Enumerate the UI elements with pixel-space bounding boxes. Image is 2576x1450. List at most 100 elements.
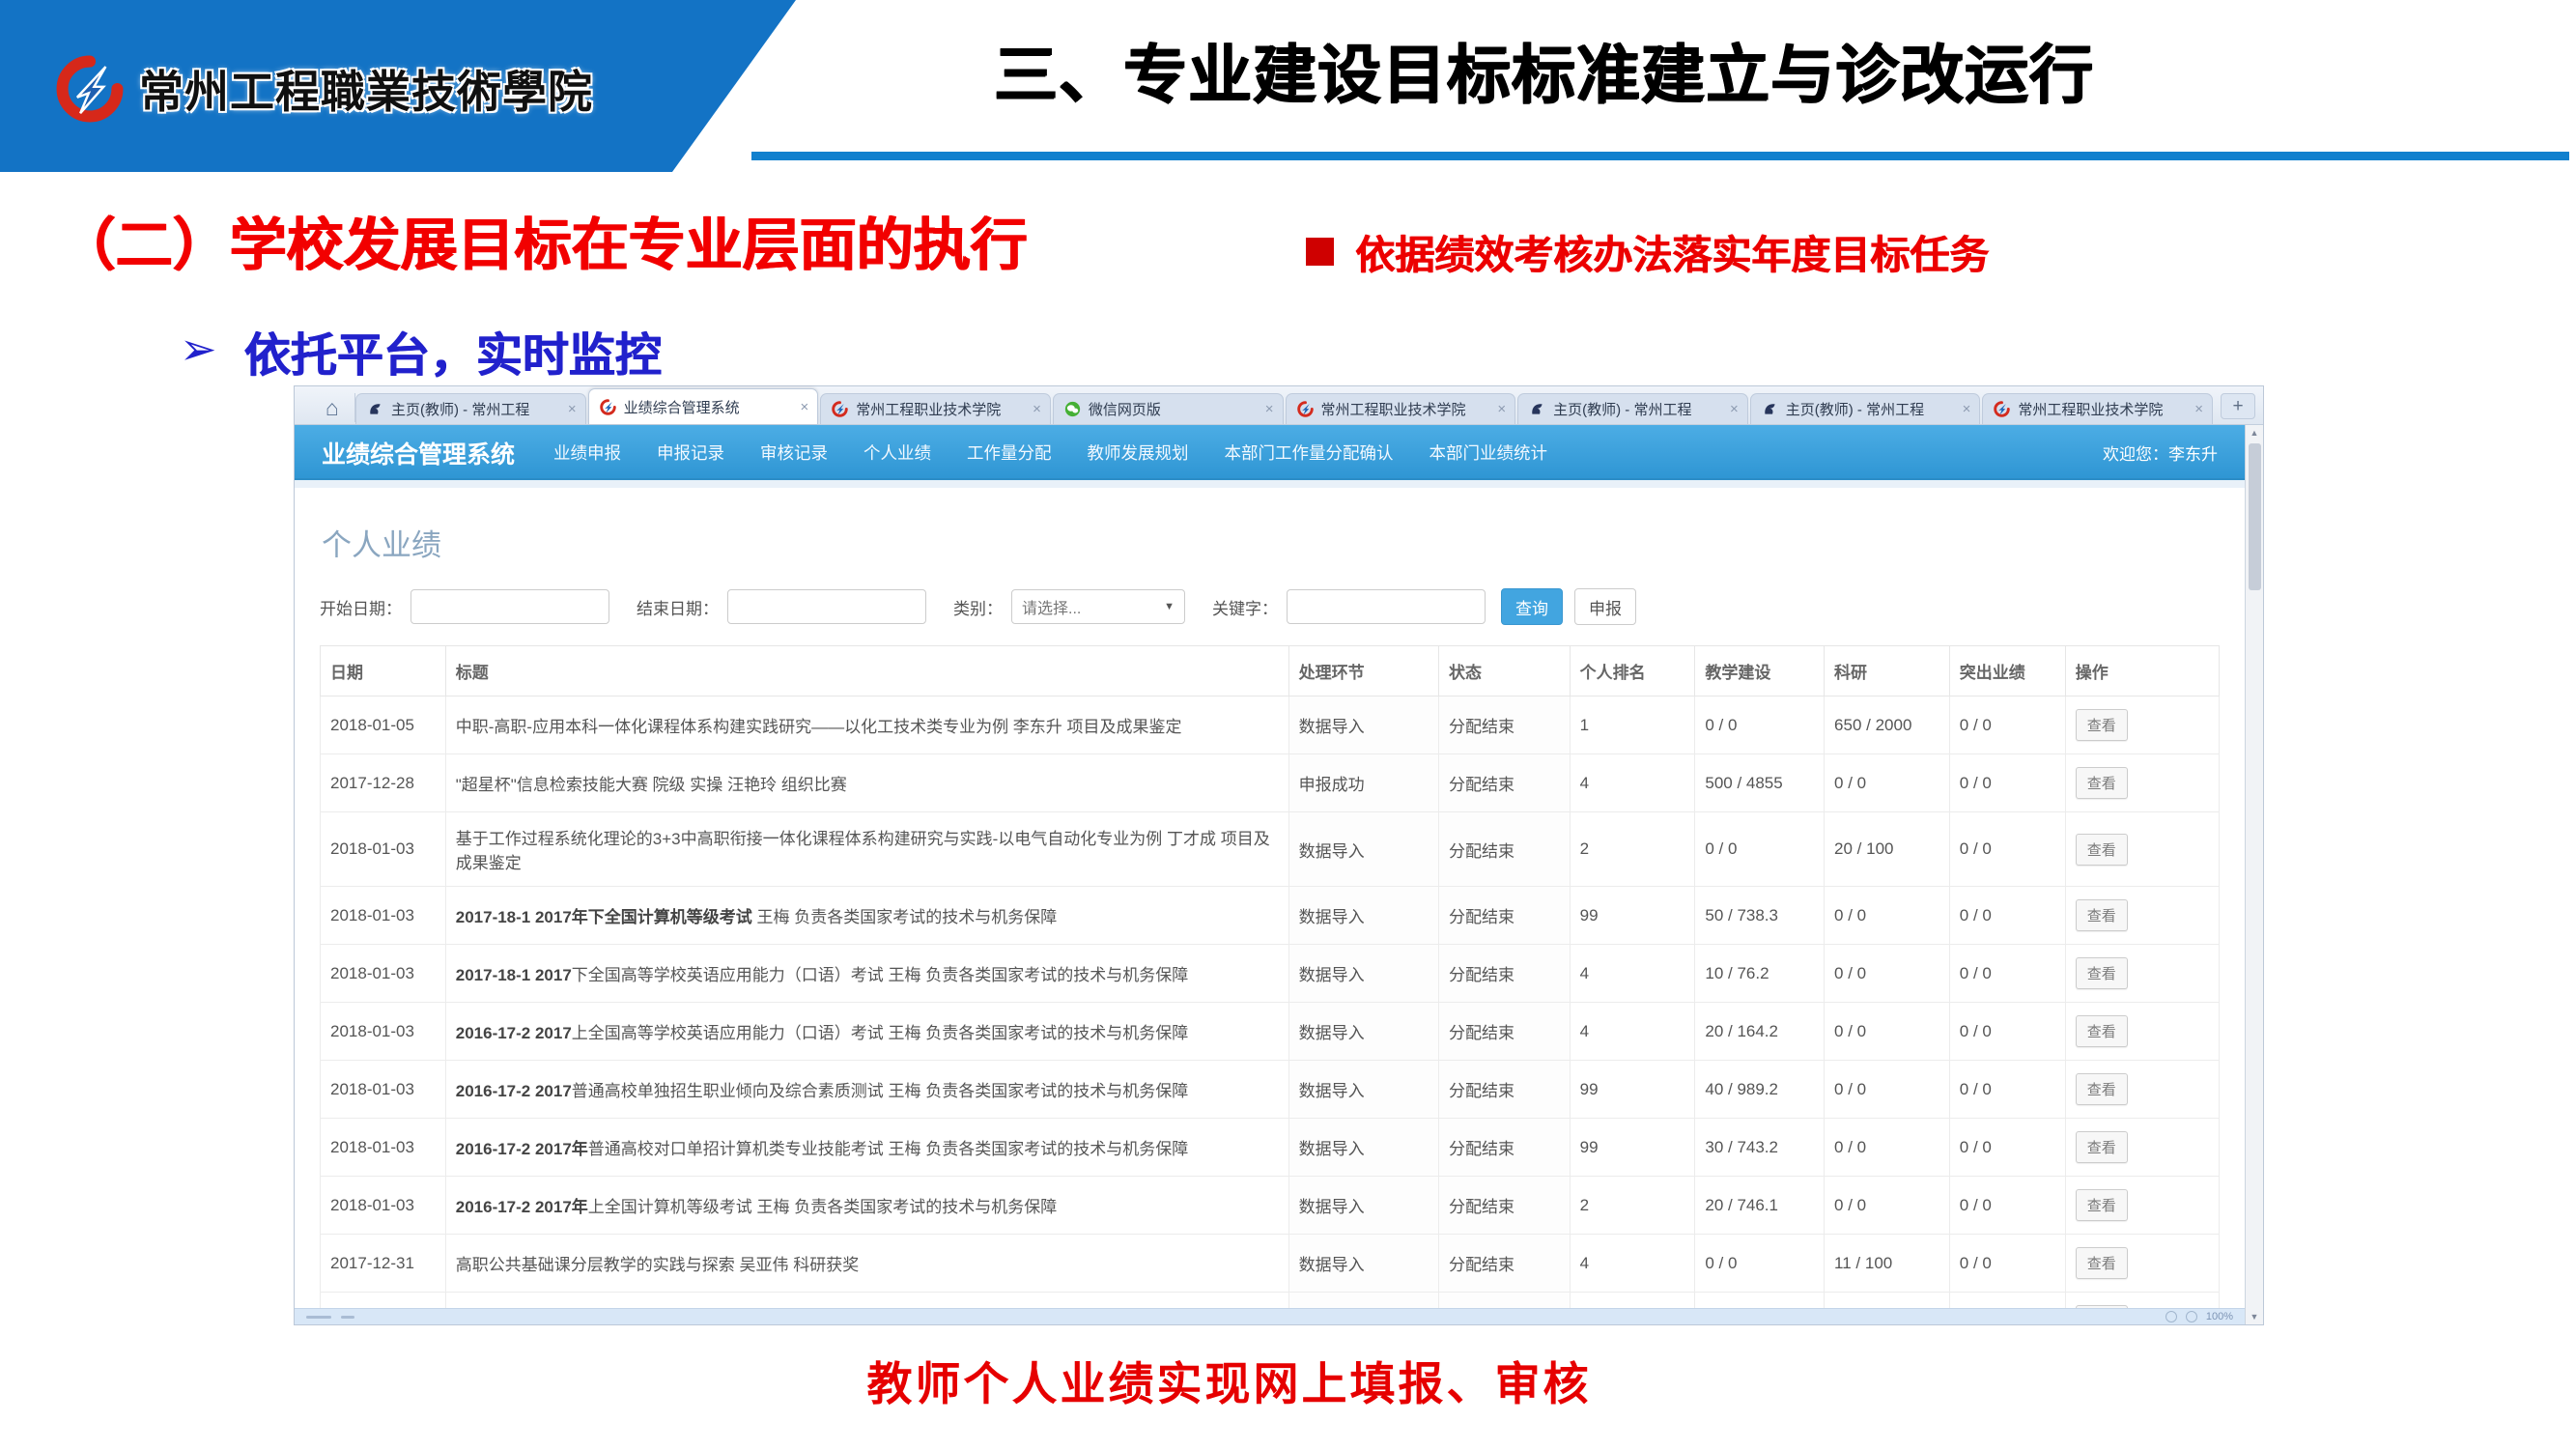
navbar-shadow [295,480,2245,488]
cell-teaching: 20 / 164.2 [1695,1003,1825,1061]
cell-status: 分配结束 [1438,697,1570,754]
cell-date: 2018-01-05 [321,697,446,754]
tab-title: 主页(教师) - 常州工程 [1553,399,1720,419]
browser-tab[interactable]: 常州工程职业技术学院 × [820,393,1051,424]
cell-teaching: 40 / 989.2 [1695,1061,1825,1119]
cell-action: 查看 [2065,945,2219,1003]
category-select[interactable]: 请选择... ▼ [1011,589,1185,624]
homepage-tab-icon [1529,401,1545,417]
homepage-tab-icon [1762,401,1778,417]
close-icon[interactable]: × [1961,401,1971,417]
column-header: 科研 [1825,646,1950,697]
declare-button[interactable]: 申报 [1574,588,1636,625]
nav-item[interactable]: 教师发展规划 [1088,441,1189,465]
scrollbar-thumb[interactable] [2249,443,2261,590]
cell-status: 分配结束 [1438,1293,1570,1309]
cell-rank: 2 [1570,1177,1695,1235]
close-icon[interactable]: × [2193,401,2203,417]
view-button[interactable]: 查看 [2076,1073,2128,1105]
browser-tab[interactable]: 主页(教师) - 常州工程 × [1750,393,1981,424]
zoom-out-icon[interactable] [2166,1311,2177,1322]
close-icon[interactable]: × [566,401,577,417]
page-title: 个人业绩 [322,521,2220,564]
scroll-up-icon[interactable]: ▲ [2250,425,2259,441]
view-button[interactable]: 查看 [2076,1247,2128,1279]
school-logo-icon [56,55,124,123]
cell-teaching: 50 / 738.3 [1695,887,1825,945]
search-button[interactable]: 查询 [1501,588,1563,625]
scroll-down-icon[interactable]: ▼ [2250,1309,2259,1324]
browser-window: ⌂ 主页(教师) - 常州工程 × 业绩综合管理系统 × 常州工程职业技术学院 … [294,385,2264,1325]
view-button[interactable]: 查看 [2076,957,2128,989]
nav-item[interactable]: 审核记录 [760,441,828,465]
cell-research: 0 / 0 [1825,1003,1950,1061]
cell-date: 2017-12-31 [321,1235,446,1293]
app-brand[interactable]: 业绩综合管理系统 [322,436,515,470]
performance-table: 日期标题处理环节状态个人排名教学建设科研突出业绩操作 2018-01-05 中职… [320,645,2220,1308]
cell-rank: 4 [1570,1003,1695,1061]
cell-title: 2016-17-2 2017年普通高校对口单招计算机类专业技能考试 王梅 负责各… [445,1119,1288,1177]
cell-status: 分配结束 [1438,1003,1570,1061]
close-icon[interactable]: × [1728,401,1739,417]
nav-item[interactable]: 申报记录 [657,441,724,465]
table-row: 2017-12-31 高职公共基础课分层教学的实践与探索 吴亚伟 科研获奖 数据… [321,1235,2220,1293]
cell-research: 0 / 0 [1825,754,1950,812]
cell-research: 0 / 0 [1825,1119,1950,1177]
school-name: 常州工程職業技術學院 [139,57,593,121]
nav-item[interactable]: 个人业绩 [863,441,931,465]
view-button[interactable]: 查看 [2076,709,2128,741]
school-tab-icon [600,399,616,415]
view-button[interactable]: 查看 [2076,1131,2128,1163]
cell-action: 查看 [2065,1293,2219,1309]
cell-status: 分配结束 [1438,945,1570,1003]
cell-step: 数据导入 [1288,1003,1438,1061]
browser-tab[interactable]: 业绩综合管理系统 × [588,388,819,424]
cell-action: 查看 [2065,812,2219,887]
browser-tab[interactable]: 主页(教师) - 常州工程 × [1517,393,1748,424]
start-date-label: 开始日期： [320,595,402,619]
home-icon[interactable]: ⌂ [310,393,355,422]
close-icon[interactable]: × [1495,401,1506,417]
keyword-input[interactable] [1287,589,1486,624]
browser-tab[interactable]: 微信网页版 × [1053,393,1284,424]
zoom-in-icon[interactable] [2186,1311,2197,1322]
cell-date: 2018-01-03 [321,812,446,887]
cell-rank: 4 [1570,945,1695,1003]
end-date-label: 结束日期： [637,595,719,619]
vertical-scrollbar[interactable]: ▲ ▼ [2245,425,2263,1324]
nav-item[interactable]: 业绩申报 [553,441,621,465]
table-row: 2018-01-03 2017-18-1 2017年下全国计算机等级考试 王梅 … [321,887,2220,945]
view-button[interactable]: 查看 [2076,767,2128,799]
view-button[interactable]: 查看 [2076,834,2128,866]
browser-tab[interactable]: 主页(教师) - 常州工程 × [355,393,586,424]
view-button[interactable]: 查看 [2076,1189,2128,1221]
end-date-input[interactable] [727,589,926,624]
nav-item[interactable]: 工作量分配 [967,441,1052,465]
close-icon[interactable]: × [1263,401,1274,417]
close-icon[interactable]: × [1031,401,1041,417]
section-heading: （二）学校发展目标在专业层面的执行 [58,199,1027,281]
nav-item[interactable]: 本部门业绩统计 [1430,441,1548,465]
browser-tab[interactable]: 常州工程职业技术学院 × [1286,393,1516,424]
close-icon[interactable]: × [798,399,808,415]
browser-tab[interactable]: 常州工程职业技术学院 × [1982,393,2213,424]
view-button[interactable]: 查看 [2076,899,2128,931]
nav-item[interactable]: 本部门工作量分配确认 [1225,441,1394,465]
cell-date: 2018-01-03 [321,1003,446,1061]
cell-step: 数据导入 [1288,1061,1438,1119]
view-button[interactable]: 查看 [2076,1015,2128,1047]
cell-outstanding: 0 / 0 [1949,1235,2065,1293]
sub-bullet-line: ➢ 依托平台，实时监控 [180,317,662,384]
status-decoration [341,1316,354,1319]
cell-teaching: 0 / 0 [1695,697,1825,754]
school-tab-icon [1994,401,2010,417]
cell-teaching: 20 / 746.1 [1695,1177,1825,1235]
cell-title: 基于工作过程系统化理论的3+3中高职衔接一体化课程体系构建研究与实践-以电气自动… [445,812,1288,887]
cell-teaching: 0 / 0 [1695,1235,1825,1293]
new-tab-button[interactable]: + [2221,393,2255,419]
column-header: 教学建设 [1695,646,1825,697]
start-date-input[interactable] [410,589,609,624]
cell-research: 0 / 0 [1825,1061,1950,1119]
status-decoration [306,1316,331,1319]
column-header: 状态 [1438,646,1570,697]
